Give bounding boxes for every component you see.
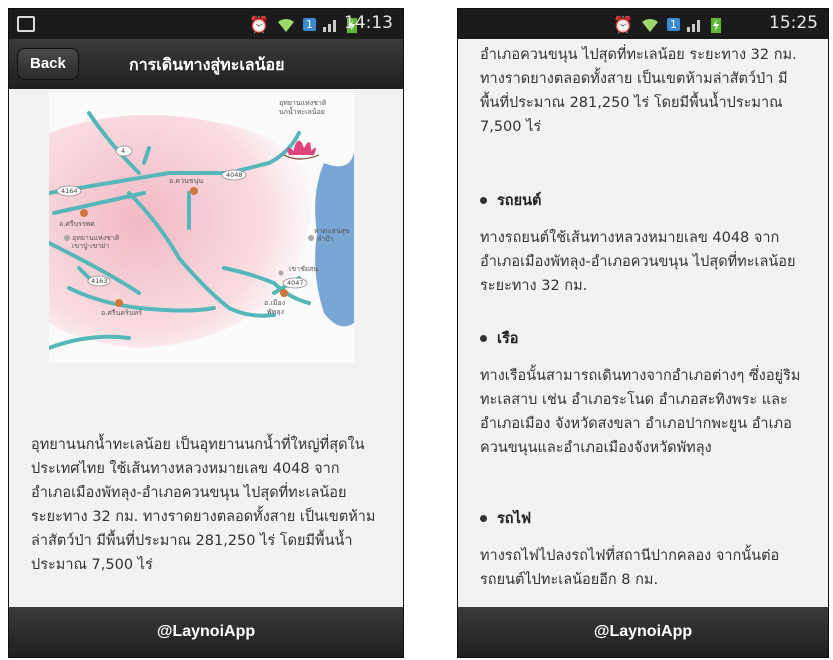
phone-screen-left: ⏰ 1 14:13 Back การเดินทางสู่ทะเลน้อย 4 4…: [8, 8, 404, 658]
map-label-park-khao-pu-2: เขาปู่-เขาย่า: [72, 242, 109, 250]
content-area: อำเภอควนขนุน ไปสุดที่ทะเลน้อย ระยะทาง 32…: [458, 39, 828, 607]
title-bar: Back การเดินทางสู่ทะเลน้อย: [9, 39, 403, 89]
map-label-park-1: อุทยานแห่งชาติ: [279, 99, 327, 107]
wifi-icon: [641, 18, 658, 32]
section-body: ทางรถไฟไปลงรถไฟที่สถานีปากคลอง จากนั้นต่…: [480, 548, 780, 588]
map-label-hat-1: หาดแสนสุข: [314, 227, 350, 235]
signal-icon: [322, 19, 336, 32]
map-label-park-khao-pu: อุทยานแห่งชาติ: [72, 234, 120, 242]
bullet-icon: [480, 515, 487, 522]
map-label-mueang-2: พัทลุง: [267, 308, 284, 316]
wifi-icon: [277, 18, 294, 32]
road-4164-label: 4164: [61, 187, 78, 195]
clock: 15:25: [769, 13, 818, 33]
section-car: รถยนต์ ทางรถยนต์ใช้เส้นทางหลวงหมายเลข 40…: [480, 189, 810, 298]
alarm-icon: ⏰: [249, 15, 269, 34]
top-paragraph: อำเภอควนขนุน ไปสุดที่ทะเลน้อย ระยะทาง 32…: [480, 47, 797, 135]
section-heading: เรือ: [497, 331, 519, 347]
section-boat: เรือ ทางเรือนั้นสามารถเดินทางจากอำเภอต่า…: [480, 327, 810, 460]
content-area: 4 4048 4164 4163 4047 อ.ควนขนุน อ.ศรีบรร…: [9, 89, 403, 607]
status-bar: ⏰ 1 15:25: [458, 9, 828, 39]
map-label-si-banphot: อ.ศรีบรรพต: [59, 220, 95, 228]
road-4163-label: 4163: [91, 277, 108, 285]
page-title: การเดินทางสู่ทะเลน้อย: [129, 55, 285, 74]
status-bar: ⏰ 1 14:13: [9, 9, 403, 39]
section-heading: รถยนต์: [497, 193, 542, 209]
map-label-hat-2: ลำปำ: [317, 235, 334, 243]
bullet-icon: [480, 335, 487, 342]
road-4048-label: 4048: [226, 171, 243, 179]
notification-badge: 1: [666, 18, 680, 31]
section-body: ทางรถยนต์ใช้เส้นทางหลวงหมายเลข 4048 จากอ…: [480, 230, 796, 294]
map-label-mueang-1: อ.เมือง: [264, 299, 285, 307]
footer-handle: @LaynoiApp: [9, 607, 403, 657]
clock: 14:13: [344, 13, 393, 33]
route-map: 4 4048 4164 4163 4047 อ.ควนขนุน อ.ศรีบรร…: [47, 93, 354, 363]
map-label-khao-chaison: เขาชัยสน: [289, 265, 318, 273]
section-heading: รถไฟ: [497, 511, 532, 527]
image-icon: [17, 16, 35, 32]
notification-badge: 1: [302, 18, 316, 31]
map-label-khuan-khanun: อ.ควนขนุน: [169, 177, 203, 185]
alarm-icon: ⏰: [613, 15, 633, 34]
battery-icon: [710, 17, 721, 33]
route-map-image: 4 4048 4164 4163 4047 อ.ควนขนุน อ.ศรีบรร…: [47, 93, 354, 363]
map-label-si-nakharin: อ.ศรีนครินทร์: [101, 309, 142, 317]
signal-icon: [686, 19, 700, 32]
intro-paragraph: อุทยานนกน้ำทะเลน้อย เป็นอุทยานนกน้ำที่ให…: [31, 437, 376, 573]
road-4047-label: 4047: [287, 279, 304, 287]
bullet-icon: [480, 197, 487, 204]
phone-screen-right: ⏰ 1 15:25 อำเภอควนขนุน ไปสุดที่ทะเลน้อย …: [457, 8, 829, 658]
section-train: รถไฟ ทางรถไฟไปลงรถไฟที่สถานีปากคลอง จากน…: [480, 507, 810, 592]
footer-handle: @LaynoiApp: [458, 607, 828, 657]
back-button[interactable]: Back: [17, 48, 79, 80]
section-body: ทางเรือนั้นสามารถเดินทางจากอำเภอต่างๆ ซึ…: [480, 368, 801, 456]
road-4-label: 4: [121, 147, 125, 155]
